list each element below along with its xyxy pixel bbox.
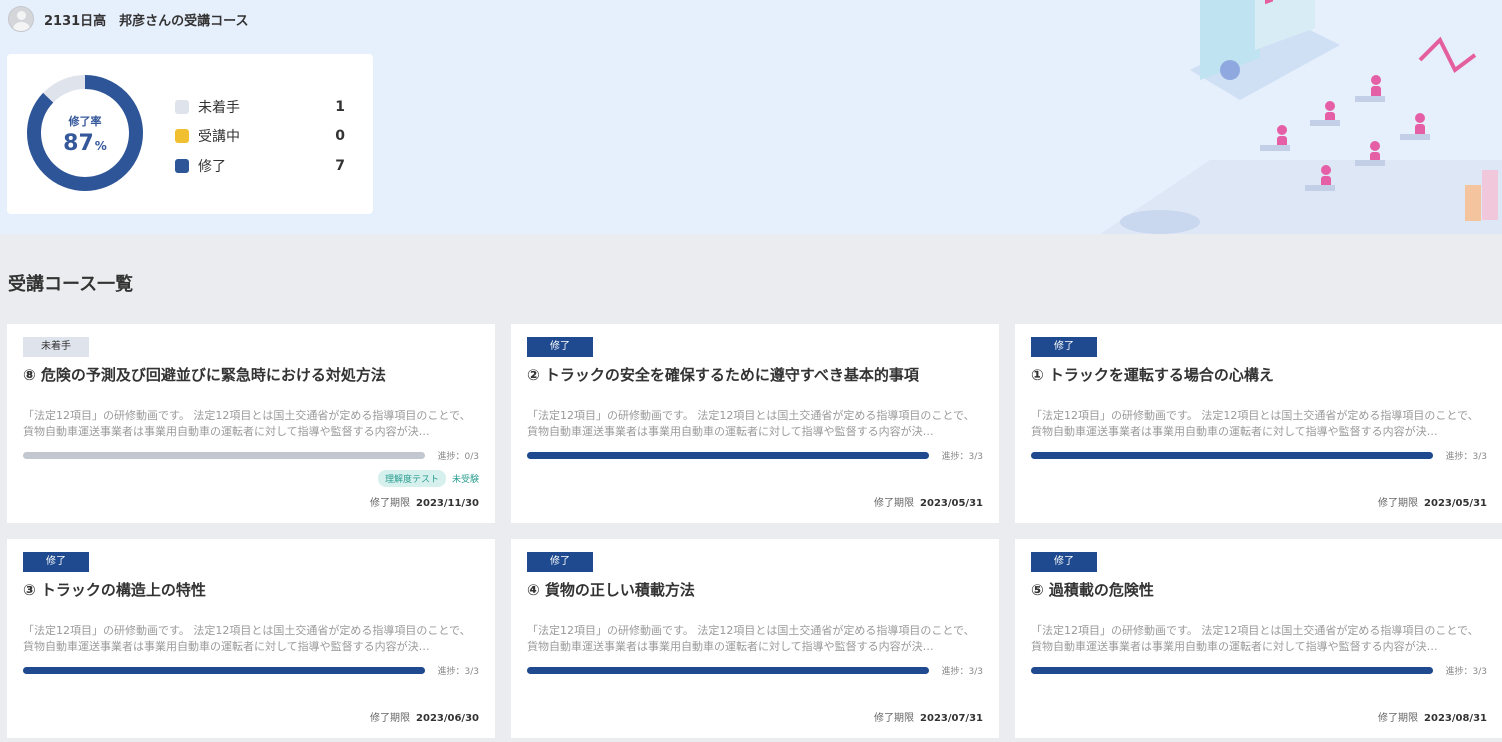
progress-text: 進捗：3/3 (941, 667, 984, 677)
progress-fill (23, 667, 425, 674)
test-status-row: 理解度テスト 未受験 (377, 470, 479, 487)
progress-text: 進捗：0/3 (437, 452, 480, 462)
deadline: 修了期限 2023/08/31 (1378, 713, 1487, 724)
course-description: 「法定12項目」の研修動画です。 法定12項目とは国土交通省が定める指導項目のこ… (23, 624, 471, 653)
course-description: 「法定12項目」の研修動画です。 法定12項目とは国土交通省が定める指導項目のこ… (1031, 624, 1479, 653)
completion-rate-label: 修了率 (68, 114, 102, 128)
legend-count: 1 (335, 98, 345, 115)
progress-bar (1031, 667, 1433, 674)
status-badge: 修了 (23, 552, 89, 572)
progress-fill (1031, 667, 1433, 674)
progress-bar (23, 667, 425, 674)
classroom-illustration (1100, 0, 1502, 234)
course-card[interactable]: 未着手 ⑧ 危険の予測及び回避並びに緊急時における対処方法 「法定12項目」の研… (7, 324, 495, 523)
legend-item-notstarted: 未着手 1 (175, 92, 345, 122)
status-badge: 修了 (527, 337, 593, 357)
course-title[interactable]: ⑤ 過積載の危険性 (1031, 579, 1493, 600)
legend-swatch-icon (175, 99, 189, 114)
course-description: 「法定12項目」の研修動画です。 法定12項目とは国土交通省が定める指導項目のこ… (527, 624, 975, 653)
status-badge: 未着手 (23, 337, 89, 357)
legend-swatch-icon (175, 129, 189, 144)
legend-count: 7 (335, 157, 345, 174)
course-title[interactable]: ⑧ 危険の予測及び回避並びに緊急時における対処方法 (23, 364, 485, 385)
test-status: 未受験 (451, 475, 479, 485)
course-title[interactable]: ② トラックの安全を確保するために遵守すべき基本的事項 (527, 364, 989, 385)
user-course-title: 2131日高 邦彦さんの受講コース (44, 13, 249, 29)
progress-bar (23, 452, 425, 459)
progress-text: 進捗：3/3 (1445, 452, 1488, 462)
progress-text: 進捗：3/3 (941, 452, 984, 462)
course-list-title: 受講コース一覧 (8, 274, 134, 295)
legend-item-completed: 修了 7 (175, 151, 345, 181)
progress-bar (527, 667, 929, 674)
course-description: 「法定12項目」の研修動画です。 法定12項目とは国土交通省が定める指導項目のこ… (23, 409, 471, 438)
course-title[interactable]: ③ トラックの構造上の特性 (23, 579, 485, 600)
course-description: 「法定12項目」の研修動画です。 法定12項目とは国土交通省が定める指導項目のこ… (1031, 409, 1479, 438)
course-card[interactable]: 修了 ⑤ 過積載の危険性 「法定12項目」の研修動画です。 法定12項目とは国土… (1015, 539, 1502, 738)
progress-fill (527, 667, 929, 674)
status-legend: 未着手 1 受講中 0 修了 7 (175, 92, 345, 181)
test-tag: 理解度テスト (377, 470, 446, 487)
header-hero: 2131日高 邦彦さんの受講コース 修了率 87% 未着手 1 受講中 0 修了… (0, 0, 1502, 234)
progress-bar (1031, 452, 1433, 459)
deadline: 修了期限 2023/06/30 (370, 713, 479, 724)
course-title[interactable]: ① トラックを運転する場合の心構え (1031, 364, 1493, 385)
course-description: 「法定12項目」の研修動画です。 法定12項目とは国土交通省が定める指導項目のこ… (527, 409, 975, 438)
progress-bar (527, 452, 929, 459)
course-card[interactable]: 修了 ① トラックを運転する場合の心構え 「法定12項目」の研修動画です。 法定… (1015, 324, 1502, 523)
progress-text: 進捗：3/3 (1445, 667, 1488, 677)
completion-summary-panel: 修了率 87% 未着手 1 受講中 0 修了 7 (7, 54, 373, 214)
course-title[interactable]: ④ 貨物の正しい積載方法 (527, 579, 989, 600)
user-header: 2131日高 邦彦さんの受講コース (8, 6, 249, 32)
deadline: 修了期限 2023/05/31 (874, 498, 983, 509)
course-card[interactable]: 修了 ③ トラックの構造上の特性 「法定12項目」の研修動画です。 法定12項目… (7, 539, 495, 738)
legend-count: 0 (335, 128, 345, 145)
progress-fill (1031, 452, 1433, 459)
legend-swatch-icon (175, 158, 189, 173)
deadline: 修了期限 2023/11/30 (370, 498, 479, 509)
legend-item-inprogress: 受講中 0 (175, 122, 345, 152)
course-card[interactable]: 修了 ④ 貨物の正しい積載方法 「法定12項目」の研修動画です。 法定12項目と… (511, 539, 999, 738)
deadline: 修了期限 2023/05/31 (1378, 498, 1487, 509)
avatar (8, 6, 34, 32)
course-card[interactable]: 修了 ② トラックの安全を確保するために遵守すべき基本的事項 「法定12項目」の… (511, 324, 999, 523)
completion-rate-value: 87% (63, 130, 107, 156)
progress-text: 進捗：3/3 (437, 667, 480, 677)
progress-fill (527, 452, 929, 459)
status-badge: 修了 (1031, 552, 1097, 572)
deadline: 修了期限 2023/07/31 (874, 713, 983, 724)
status-badge: 修了 (1031, 337, 1097, 357)
status-badge: 修了 (527, 552, 593, 572)
